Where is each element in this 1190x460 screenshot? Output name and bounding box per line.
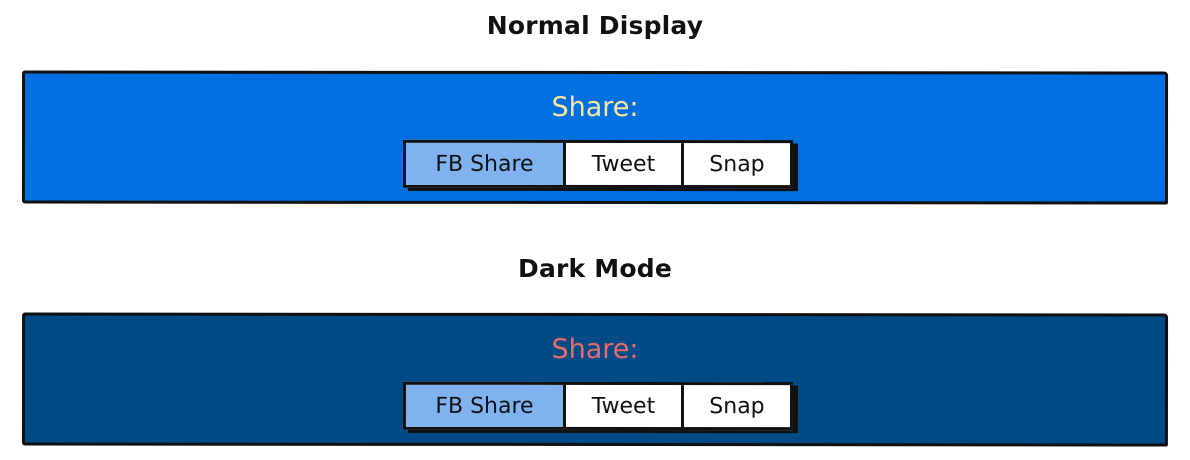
- share-button-group: FB Share Tweet Snap: [402, 139, 793, 189]
- normal-display-title: Normal Display: [486, 11, 704, 40]
- share-label: Share:: [551, 91, 639, 124]
- dark-mode-title: Dark Mode: [518, 254, 672, 283]
- fb-share-button[interactable]: FB Share: [405, 384, 563, 427]
- snap-button[interactable]: Snap: [680, 143, 790, 186]
- fb-share-button[interactable]: FB Share: [405, 142, 563, 185]
- share-button-group: FB Share Tweet Snap: [402, 381, 793, 431]
- share-label: Share:: [551, 333, 639, 366]
- snap-button[interactable]: Snap: [680, 385, 790, 428]
- tweet-button[interactable]: Tweet: [562, 142, 681, 186]
- normal-share-panel: Share: FB Share Tweet Snap: [21, 70, 1169, 205]
- dark-share-panel: Share: FB Share Tweet Snap: [21, 312, 1169, 447]
- tweet-button[interactable]: Tweet: [562, 384, 681, 428]
